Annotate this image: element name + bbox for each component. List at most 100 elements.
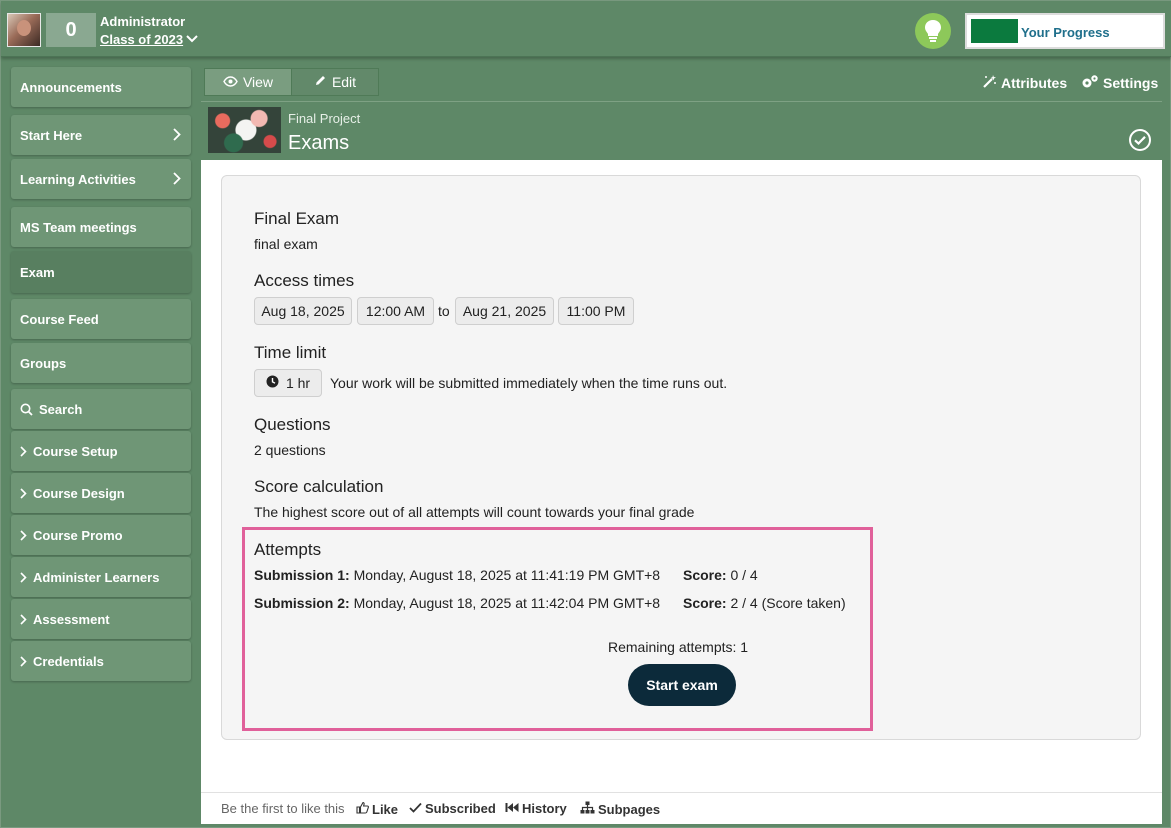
- start-time-pill: 12:00 AM: [357, 297, 434, 325]
- history-label: History: [522, 801, 567, 816]
- tab-bar: View Edit Attributes Settings: [201, 67, 1162, 101]
- tab-edit[interactable]: Edit: [291, 68, 379, 96]
- tab-edit-label: Edit: [331, 74, 357, 90]
- chevron-right-icon: [173, 172, 181, 188]
- start-exam-button[interactable]: Start exam: [628, 664, 736, 706]
- sidebar-item-groups[interactable]: Groups: [11, 343, 191, 383]
- page-footer: Be the first to like this Like Subscribe…: [201, 792, 1162, 824]
- lightbulb-icon[interactable]: [915, 13, 951, 49]
- sidebar-item-label: Course Design: [33, 485, 125, 501]
- settings-button[interactable]: Settings: [1081, 74, 1158, 92]
- attributes-button[interactable]: Attributes: [982, 74, 1067, 92]
- avatar[interactable]: [7, 13, 41, 47]
- main-panel: View Edit Attributes Settings Final Proj…: [201, 67, 1162, 824]
- user-name: Administrator: [100, 14, 186, 29]
- end-time-pill: 11:00 PM: [558, 297, 634, 325]
- sidebar-item-assessment[interactable]: Assessment: [11, 599, 191, 639]
- score-label: Score:: [683, 567, 727, 583]
- content-area: Final Exam final exam Access times Aug 1…: [201, 160, 1162, 792]
- clock-icon: [266, 375, 279, 391]
- score-calculation-desc: The highest score out of all attempts wi…: [254, 504, 695, 520]
- sidebar-item-label: Credentials: [33, 653, 104, 669]
- page-header: Final Project Exams: [201, 101, 1162, 161]
- sidebar-item-label: Administer Learners: [33, 569, 160, 585]
- class-name: Class of 2023: [100, 32, 184, 47]
- sidebar-item-label: Course Promo: [33, 527, 123, 543]
- notification-count[interactable]: 0: [46, 13, 96, 47]
- class-selector[interactable]: Class of 2023: [100, 32, 198, 47]
- breadcrumb[interactable]: Final Project: [288, 111, 360, 126]
- sidebar-item-start-here[interactable]: Start Here: [11, 115, 191, 155]
- check-icon: [409, 801, 422, 816]
- history-button[interactable]: History: [505, 801, 567, 816]
- like-prompt: Be the first to like this: [221, 801, 345, 816]
- subscribed-button[interactable]: Subscribed: [409, 801, 496, 816]
- chevron-right-icon: [20, 487, 27, 499]
- attempts-section: Attempts Submission 1: Monday, August 18…: [242, 527, 873, 731]
- like-button[interactable]: Like: [356, 801, 398, 817]
- submission-date: Monday, August 18, 2025 at 11:41:19 PM G…: [353, 567, 661, 583]
- check-circle-icon[interactable]: [1128, 128, 1152, 157]
- time-limit-pill: 1 hr: [254, 369, 322, 397]
- sidebar-item-course-design[interactable]: Course Design: [11, 473, 191, 513]
- sidebar-item-label: MS Team meetings: [20, 219, 137, 235]
- submission-row: Submission 2: Monday, August 18, 2025 at…: [254, 595, 660, 611]
- sidebar-item-label: Search: [39, 401, 83, 417]
- chevron-down-icon: [186, 32, 198, 47]
- sidebar-item-credentials[interactable]: Credentials: [11, 641, 191, 681]
- time-limit-value: 1 hr: [285, 375, 311, 391]
- time-limit-title: Time limit: [254, 343, 327, 362]
- eye-icon: [223, 74, 238, 90]
- pencil-icon: [314, 74, 327, 90]
- sidebar-item-label: Exam: [20, 264, 55, 280]
- page-thumbnail: [208, 107, 281, 153]
- subscribed-label: Subscribed: [425, 801, 496, 816]
- app-window: 0 Administrator Class of 2023 Your Progr…: [0, 0, 1171, 828]
- sidebar-item-course-feed[interactable]: Course Feed: [11, 299, 191, 339]
- sidebar-item-course-setup[interactable]: Course Setup: [11, 431, 191, 471]
- settings-label: Settings: [1103, 75, 1159, 91]
- sidebar-item-label: Assessment: [33, 611, 110, 627]
- sidebar-item-label: Learning Activities: [20, 171, 136, 187]
- top-bar: 0 Administrator Class of 2023 Your Progr…: [1, 1, 1171, 57]
- end-date-pill: Aug 21, 2025: [455, 297, 554, 325]
- search-icon: [20, 403, 33, 416]
- submission-row: Submission 1: Monday, August 18, 2025 at…: [254, 567, 660, 583]
- rewind-icon: [505, 801, 519, 816]
- sidebar-item-course-promo[interactable]: Course Promo: [11, 515, 191, 555]
- sidebar-item-search[interactable]: Search: [11, 389, 191, 429]
- submission-score: Score: 2 / 4 (Score taken): [683, 595, 846, 611]
- gears-icon: [1081, 74, 1099, 92]
- exam-card: Final Exam final exam Access times Aug 1…: [221, 175, 1141, 740]
- chevron-right-icon: [20, 613, 27, 625]
- score-value: 2 / 4 (Score taken): [730, 595, 846, 611]
- sidebar-item-learning-activities[interactable]: Learning Activities: [11, 159, 191, 199]
- sidebar-item-label: Course Feed: [20, 311, 99, 327]
- like-label: Like: [372, 801, 399, 817]
- sidebar-item-administer-learners[interactable]: Administer Learners: [11, 557, 191, 597]
- magic-wand-icon: [982, 74, 997, 92]
- sidebar-item-exam[interactable]: Exam: [11, 251, 191, 293]
- progress-bar-fill: [971, 19, 1018, 43]
- exam-name-title: Final Exam: [254, 209, 340, 228]
- to-word: to: [438, 303, 450, 319]
- sidebar-item-announcements[interactable]: Announcements: [11, 67, 191, 107]
- submission-label: Submission 2:: [254, 595, 350, 611]
- submission-score: Score: 0 / 4: [683, 567, 758, 583]
- progress-indicator[interactable]: Your Progress: [965, 13, 1165, 49]
- remaining-attempts: Remaining attempts: 1: [608, 639, 749, 655]
- exam-name-desc: final exam: [254, 236, 318, 252]
- tab-view[interactable]: View: [204, 68, 292, 96]
- attempts-title: Attempts: [254, 540, 322, 559]
- sidebar-item-label: Groups: [20, 355, 67, 371]
- page-title: Exams: [288, 132, 350, 154]
- sidebar-item-ms-team-meetings[interactable]: MS Team meetings: [11, 207, 191, 247]
- questions-title: Questions: [254, 415, 331, 434]
- sitemap-icon: [580, 801, 595, 817]
- submission-label: Submission 1:: [254, 567, 350, 583]
- chevron-right-icon: [20, 529, 27, 541]
- subpages-button[interactable]: Subpages: [580, 801, 660, 817]
- score-label: Score:: [683, 595, 727, 611]
- time-limit-note: Your work will be submitted immediately …: [330, 375, 728, 391]
- tab-view-label: View: [242, 74, 274, 90]
